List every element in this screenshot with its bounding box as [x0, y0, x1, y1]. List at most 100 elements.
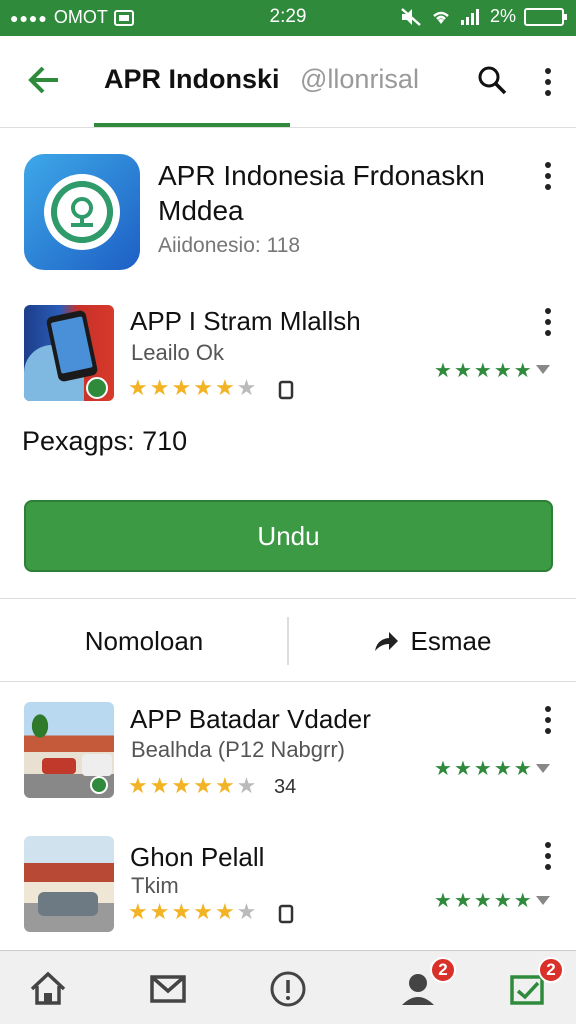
star-icon: ★ [193, 375, 213, 400]
star-icon: ★ [171, 899, 192, 924]
star-empty-icon: ★ [236, 375, 257, 400]
more-vert-icon[interactable] [534, 704, 562, 736]
app-logo-ring [44, 174, 120, 250]
more-vert-icon[interactable] [534, 66, 562, 98]
page-title: APR Indonski [104, 64, 280, 94]
wifi-icon [433, 11, 449, 24]
download-action[interactable]: Nomoloan [0, 599, 288, 683]
star-icon: ★ [493, 758, 512, 780]
notification-badge: 2 [538, 957, 564, 983]
info-icon[interactable] [268, 969, 308, 1009]
star-icon: ★ [128, 773, 148, 798]
share-arrow-icon [374, 632, 398, 651]
star-rating: ★ ★ ★ ★ ★ ★ [128, 376, 256, 400]
app-logo-icon [24, 154, 140, 270]
chevron-down-icon[interactable] [536, 365, 550, 375]
car-shape [38, 892, 98, 916]
green-star-rating: ★ ★ ★ ★ ★ [434, 756, 532, 781]
star-icon: ★ [214, 773, 235, 798]
phone-screen [50, 316, 93, 374]
star-icon: ★ [473, 758, 492, 780]
related-apps-list: APP Batadar Vdader Bealhda (P12 Nabgrr) … [0, 682, 576, 950]
star-icon: ★ [513, 890, 532, 912]
car-shape [82, 754, 112, 776]
page-subtitle: @llonrisal [300, 64, 419, 94]
review-count: 34 [274, 776, 297, 798]
star-icon: ★ [128, 375, 148, 400]
featured-app-title[interactable]: APP I Stram Mlallsh [130, 306, 361, 337]
bottom-nav: 2 2 [0, 950, 576, 1024]
app-name: APR Indonesia Frdonaskn Mddea [158, 160, 485, 226]
star-rating: ★ ★ ★ ★ ★ ★ [128, 774, 256, 798]
arrow-left-icon[interactable] [24, 60, 64, 100]
battery-icon [524, 7, 567, 26]
star-icon: ★ [434, 360, 452, 382]
status-bar-right: 2% [400, 6, 567, 27]
star-icon: ★ [493, 890, 512, 912]
tab-indicator [94, 123, 290, 127]
star-icon: ★ [434, 890, 452, 912]
star-icon: ★ [214, 375, 235, 400]
app-logo-glyph [51, 181, 113, 243]
action-row: Nomoloan Esmae [0, 598, 576, 682]
star-icon: ★ [434, 758, 452, 780]
app-badge-icon [86, 377, 108, 399]
star-empty-icon: ★ [236, 773, 257, 798]
star-icon: ★ [453, 758, 472, 780]
star-icon: ★ [513, 758, 532, 780]
mail-icon[interactable] [148, 969, 188, 1009]
star-empty-icon: ★ [236, 899, 257, 924]
install-button[interactable]: Undu [24, 500, 553, 572]
list-item-thumbnail[interactable] [24, 702, 114, 798]
device-icon [278, 904, 294, 924]
green-star-rating: ★ ★ ★ ★ ★ [434, 358, 532, 383]
list-item-title[interactable]: Ghon Pelall [130, 842, 264, 873]
star-icon: ★ [149, 375, 170, 400]
mute-icon [401, 7, 421, 26]
home-icon[interactable] [28, 969, 68, 1009]
star-icon: ★ [193, 899, 213, 924]
more-vert-icon[interactable] [534, 840, 562, 872]
star-icon: ★ [171, 773, 192, 798]
star-icon: ★ [453, 360, 472, 382]
more-vert-icon[interactable] [534, 160, 562, 192]
star-icon: ★ [128, 899, 148, 924]
device-icon [278, 380, 294, 400]
star-icon: ★ [453, 890, 472, 912]
star-icon: ★ [171, 375, 192, 400]
status-bar: ●●●● OMOT 2:29 2% [0, 0, 576, 36]
app-meta: Aiidonesio: 118 [158, 234, 301, 257]
app-bar: APR Indonski @llonrisal [0, 36, 576, 128]
star-icon: ★ [473, 890, 492, 912]
star-icon: ★ [473, 360, 492, 382]
car-shape [42, 758, 76, 774]
featured-app-subtitle: Leailo Ok [131, 340, 224, 365]
battery-percent-label: 2% [489, 6, 516, 26]
green-star-rating: ★ ★ ★ ★ ★ [434, 888, 532, 913]
share-label: Esmae [410, 625, 492, 656]
list-item-thumbnail[interactable] [24, 836, 114, 932]
more-vert-icon[interactable] [534, 306, 562, 338]
featured-app-thumbnail[interactable] [24, 305, 114, 401]
share-action[interactable]: Esmae [288, 599, 576, 683]
tree-shape [26, 706, 54, 746]
list-item-subtitle: Bealhda (P12 Nabgrr) [131, 737, 346, 762]
star-icon: ★ [493, 360, 512, 382]
packages-count: Pexagps: 710 [22, 426, 188, 456]
star-icon: ★ [149, 773, 170, 798]
list-item-title[interactable]: APP Batadar Vdader [130, 704, 371, 735]
notification-badge: 2 [430, 957, 456, 983]
app-badge-icon [90, 776, 108, 794]
star-icon: ★ [193, 773, 213, 798]
chevron-down-icon[interactable] [536, 896, 550, 906]
star-icon: ★ [149, 899, 170, 924]
star-icon: ★ [214, 899, 235, 924]
cell-signal-icon [460, 8, 479, 25]
app-detail-card: APR Indonesia Frdonaskn Mddea Aiidonesio… [0, 128, 576, 598]
star-icon: ★ [513, 360, 532, 382]
list-item-subtitle: Tkim [131, 873, 179, 898]
search-icon[interactable] [476, 64, 508, 96]
star-rating: ★ ★ ★ ★ ★ ★ [128, 900, 256, 924]
chevron-down-icon[interactable] [536, 764, 550, 774]
battery-percent: 2% [490, 6, 516, 27]
